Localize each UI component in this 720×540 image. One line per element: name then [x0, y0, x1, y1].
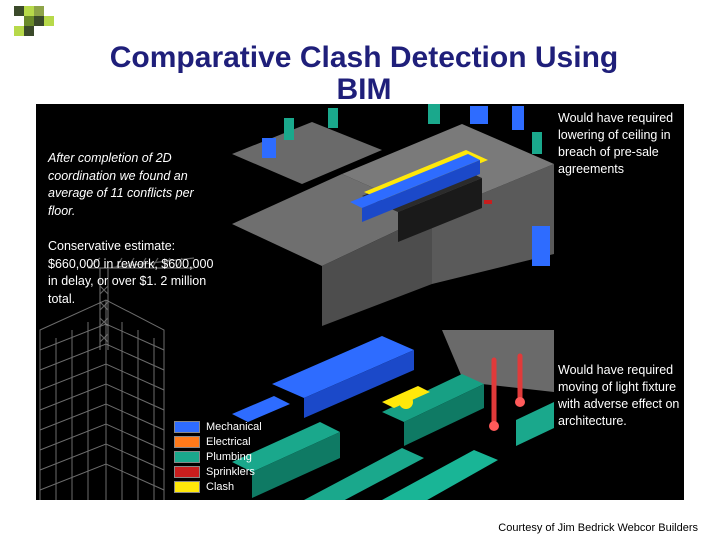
slide-title: Comparative Clash Detection Using BIM: [28, 42, 700, 105]
slide: Comparative Clash Detection Using BIM: [0, 0, 720, 540]
bim-top-scene-icon: [232, 104, 554, 326]
legend-item-clash: Clash: [174, 481, 264, 493]
legend: Mechanical Electrical Plumbing Sprinkler…: [174, 421, 264, 496]
legend-item-sprinklers: Sprinklers: [174, 466, 264, 478]
caption-bottom: Would have required moving of light fixt…: [558, 362, 680, 430]
bim-view-top: [232, 104, 554, 326]
content-panel: After completion of 2D coordination we f…: [36, 104, 684, 500]
caption-top: Would have required lowering of ceiling …: [558, 110, 680, 178]
legend-label: Mechanical: [206, 421, 262, 433]
legend-swatch: [174, 466, 200, 478]
credit-text: Courtesy of Jim Bedrick Webcor Builders: [498, 522, 698, 534]
legend-swatch: [174, 436, 200, 448]
legend-item-plumbing: Plumbing: [174, 451, 264, 463]
left-paragraph-1: After completion of 2D coordination we f…: [48, 150, 220, 220]
title-line-2: BIM: [28, 74, 700, 106]
legend-swatch: [174, 481, 200, 493]
legend-label: Clash: [206, 481, 234, 493]
legend-label: Electrical: [206, 436, 251, 448]
right-caption-column: Would have required lowering of ceiling …: [558, 104, 684, 500]
legend-swatch: [174, 451, 200, 463]
legend-label: Plumbing: [206, 451, 252, 463]
legend-swatch: [174, 421, 200, 433]
bim-view-bottom: [232, 330, 554, 500]
legend-item-mechanical: Mechanical: [174, 421, 264, 433]
bim-bottom-scene-icon: [232, 330, 554, 500]
title-line-1: Comparative Clash Detection Using: [110, 41, 618, 74]
logo-icon: [14, 6, 56, 40]
left-paragraph-2: Conservative estimate: $660,000 in rewor…: [48, 238, 220, 308]
legend-label: Sprinklers: [206, 466, 255, 478]
legend-item-electrical: Electrical: [174, 436, 264, 448]
